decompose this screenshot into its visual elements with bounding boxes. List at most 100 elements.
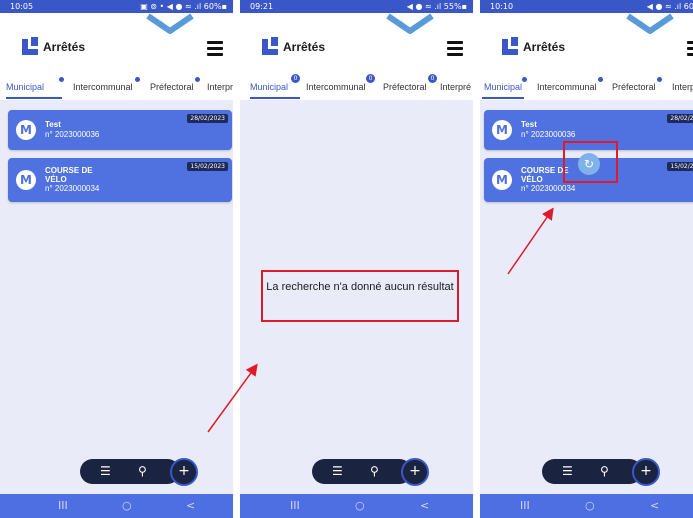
tab-interprefectoral[interactable]: Interp: [672, 82, 693, 92]
hamburger-menu-icon[interactable]: [447, 41, 463, 56]
bottom-toolbar: ☰ ⚲: [80, 459, 180, 484]
tab-municipal[interactable]: Municipal: [6, 82, 44, 92]
screen-1: 10:05 ▣ ⊚ • ◀ ● ≈ .ıl 60%▪ Arrêtés Munic…: [0, 0, 233, 518]
card-title-line1: COURSE DE: [45, 166, 93, 175]
back-button[interactable]: <: [650, 499, 659, 512]
filter-icon[interactable]: ☰: [332, 464, 343, 478]
arrete-card[interactable]: M Test n° 2023000036 28/02/2023: [8, 110, 232, 150]
tab-bar: Municipal 0 Intercommunal 0 Préfectoral …: [240, 71, 473, 100]
search-icon[interactable]: ⚲: [138, 464, 147, 478]
card-date-badge: 28/02/2023: [187, 114, 228, 123]
tab-prefectoral[interactable]: Préfectoral: [383, 82, 427, 92]
tab-dot: [522, 77, 527, 82]
tab-intercommunal[interactable]: Intercommunal: [73, 82, 133, 92]
screen-3: 10:10 ◀ ● ≈ .ıl 60%▪ Arrêtés Municipal I…: [480, 0, 693, 518]
bottom-toolbar: ☰ ⚲: [542, 459, 642, 484]
card-date-badge: 15/02/2023: [667, 162, 693, 171]
card-title: Test: [521, 120, 537, 129]
avatar: M: [16, 170, 36, 190]
android-nav-bar: III ○ <: [240, 494, 473, 518]
arrete-card[interactable]: M COURSE DE VÉLO n° 2023000034 15/02/202…: [8, 158, 232, 202]
tab-active-indicator: [250, 97, 300, 99]
status-icons: ◀ ● ≈ .ıl 60%▪: [646, 2, 693, 11]
card-date-badge: 28/02/2023: [667, 114, 693, 123]
chevron-down-icon[interactable]: [145, 13, 195, 35]
tab-bar: Municipal Intercommunal Préfectoral Inte…: [0, 71, 233, 100]
tab-prefectoral[interactable]: Préfectoral: [612, 82, 656, 92]
back-button[interactable]: <: [420, 499, 429, 512]
status-bar: 10:05 ▣ ⊚ • ◀ ● ≈ .ıl 60%▪: [0, 0, 233, 13]
tab-interprefectoral[interactable]: Interpré: [207, 82, 233, 92]
tab-active-indicator: [482, 97, 524, 99]
card-number: n° 2023000034: [521, 184, 576, 193]
panel-divider: [233, 0, 240, 518]
add-button[interactable]: +: [170, 458, 198, 486]
tab-dot: [59, 77, 64, 82]
avatar: M: [492, 170, 512, 190]
hamburger-menu-icon[interactable]: [687, 41, 693, 56]
tab-intercommunal[interactable]: Intercommunal: [306, 82, 366, 92]
android-nav-bar: III ○ <: [0, 494, 233, 518]
tab-count-badge: 0: [428, 74, 437, 83]
home-button[interactable]: ○: [585, 499, 595, 512]
status-time: 10:10: [490, 2, 514, 11]
add-button[interactable]: +: [401, 458, 429, 486]
app-logo-icon: [502, 37, 518, 55]
status-bar: 09:21 ◀ ● ≈ .ıl 55%▪: [240, 0, 473, 13]
app-title: Arrêtés: [43, 40, 86, 54]
tab-count-badge: 0: [366, 74, 375, 83]
search-icon[interactable]: ⚲: [600, 464, 609, 478]
add-button[interactable]: +: [632, 458, 660, 486]
tab-dot: [598, 77, 603, 82]
tab-dot: [135, 77, 140, 82]
avatar: M: [16, 120, 36, 140]
status-icons: ◀ ● ≈ .ıl 55%▪: [406, 2, 467, 11]
hamburger-menu-icon[interactable]: [207, 41, 223, 56]
tab-dot: [657, 77, 662, 82]
card-title-line1: COURSE DE: [521, 166, 569, 175]
tab-prefectoral[interactable]: Préfectoral: [150, 82, 194, 92]
app-logo-icon: [22, 37, 38, 55]
filter-icon[interactable]: ☰: [100, 464, 111, 478]
recents-button[interactable]: III: [520, 499, 530, 512]
recents-button[interactable]: III: [58, 499, 68, 512]
card-title-line2: VÉLO: [521, 175, 543, 184]
status-time: 09:21: [250, 2, 274, 11]
filter-icon[interactable]: ☰: [562, 464, 573, 478]
tab-municipal[interactable]: Municipal: [484, 82, 522, 92]
tab-interprefectoral[interactable]: Interpré: [440, 82, 471, 92]
status-time: 10:05: [10, 2, 34, 11]
app-bar: Arrêtés: [240, 13, 473, 71]
app-title: Arrêtés: [523, 40, 566, 54]
app-logo-icon: [262, 37, 278, 55]
no-result-message: La recherche n'a donné aucun résultat: [261, 270, 459, 322]
card-date-badge: 15/02/2023: [187, 162, 228, 171]
back-button[interactable]: <: [186, 499, 195, 512]
card-title: Test: [45, 120, 61, 129]
app-title: Arrêtés: [283, 40, 326, 54]
app-bar: Arrêtés: [480, 13, 693, 71]
tab-intercommunal[interactable]: Intercommunal: [537, 82, 597, 92]
card-title-line2: VÉLO: [45, 175, 67, 184]
android-nav-bar: III ○ <: [480, 494, 693, 518]
card-number: n° 2023000034: [45, 184, 100, 193]
avatar: M: [492, 120, 512, 140]
tab-dot: [195, 77, 200, 82]
recents-button[interactable]: III: [290, 499, 300, 512]
chevron-down-icon[interactable]: [385, 13, 435, 35]
bottom-toolbar: ☰ ⚲: [312, 459, 412, 484]
card-number: n° 2023000036: [45, 130, 100, 139]
highlight-box: [563, 141, 618, 183]
tab-active-indicator: [6, 97, 62, 99]
home-button[interactable]: ○: [355, 499, 365, 512]
status-icons: ▣ ⊚ • ◀ ● ≈ .ıl 60%▪: [140, 2, 227, 11]
tab-municipal[interactable]: Municipal: [250, 82, 288, 92]
app-bar: Arrêtés: [0, 13, 233, 71]
panel-divider: [473, 0, 480, 518]
card-number: n° 2023000036: [521, 130, 576, 139]
home-button[interactable]: ○: [122, 499, 132, 512]
tab-count-badge: 0: [291, 74, 300, 83]
search-icon[interactable]: ⚲: [370, 464, 379, 478]
screen-2: 09:21 ◀ ● ≈ .ıl 55%▪ Arrêtés Municipal 0…: [240, 0, 473, 518]
chevron-down-icon[interactable]: [625, 13, 675, 35]
